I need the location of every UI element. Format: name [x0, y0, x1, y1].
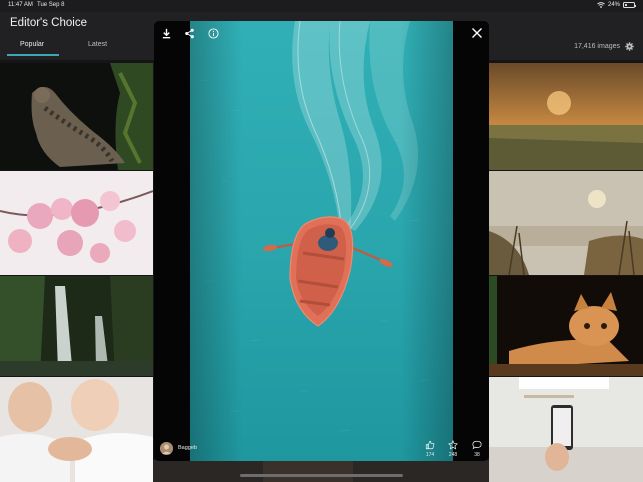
- thumbnail-sunset-field[interactable]: [489, 63, 643, 170]
- page-title: Editor's Choice: [10, 17, 87, 29]
- author-name[interactable]: Baggeb: [178, 445, 197, 451]
- info-icon: [207, 27, 219, 39]
- comment-count: 38: [474, 452, 480, 458]
- status-time: 11:47 AM: [8, 2, 33, 8]
- tab-popular[interactable]: Popular: [20, 41, 44, 48]
- like-button[interactable]: 174: [422, 440, 438, 458]
- share-icon: [184, 28, 194, 38]
- share-button[interactable]: [182, 26, 196, 40]
- thumbnail-phone-room[interactable]: [489, 377, 643, 482]
- image-count: 17,416 images: [574, 43, 620, 50]
- like-count: 174: [425, 452, 435, 458]
- status-right: 24%: [597, 2, 636, 8]
- thumbnail-leopard[interactable]: [0, 63, 153, 170]
- favorite-count: 248: [448, 452, 458, 458]
- thumbnail-kitten[interactable]: [489, 276, 643, 376]
- wifi-icon: [597, 2, 605, 8]
- thumbnail-blossom[interactable]: [0, 171, 153, 275]
- thumbnail-couple[interactable]: [0, 377, 153, 482]
- avatar[interactable]: [160, 442, 173, 455]
- gear-icon[interactable]: [625, 42, 634, 51]
- battery-icon: [623, 2, 636, 8]
- like-icon: [425, 440, 435, 450]
- close-button[interactable]: [469, 25, 485, 41]
- comment-button[interactable]: 38: [469, 440, 485, 458]
- star-icon: [448, 440, 458, 450]
- favorite-button[interactable]: 248: [445, 440, 461, 458]
- thumbnail-waterfall[interactable]: [0, 276, 153, 376]
- download-icon: [162, 28, 170, 38]
- info-button[interactable]: [206, 26, 220, 40]
- close-icon: [472, 28, 482, 38]
- active-tab-indicator: [7, 54, 59, 56]
- thumbnail-foggy-lake[interactable]: [489, 171, 643, 275]
- thumbnail-strip: [153, 460, 489, 482]
- home-indicator: [240, 474, 403, 477]
- battery-percent: 24%: [607, 2, 620, 8]
- battery-fill: [625, 4, 628, 6]
- download-button[interactable]: [159, 26, 173, 40]
- tab-latest[interactable]: Latest: [88, 41, 107, 48]
- photo-viewer: Baggeb 174 248 38: [154, 21, 489, 461]
- status-date: Tue Sep 8: [37, 2, 65, 8]
- comment-icon: [472, 440, 482, 450]
- photo-rowboat[interactable]: [190, 21, 453, 461]
- status-bar: 11:47 AM Tue Sep 8 24%: [0, 0, 643, 12]
